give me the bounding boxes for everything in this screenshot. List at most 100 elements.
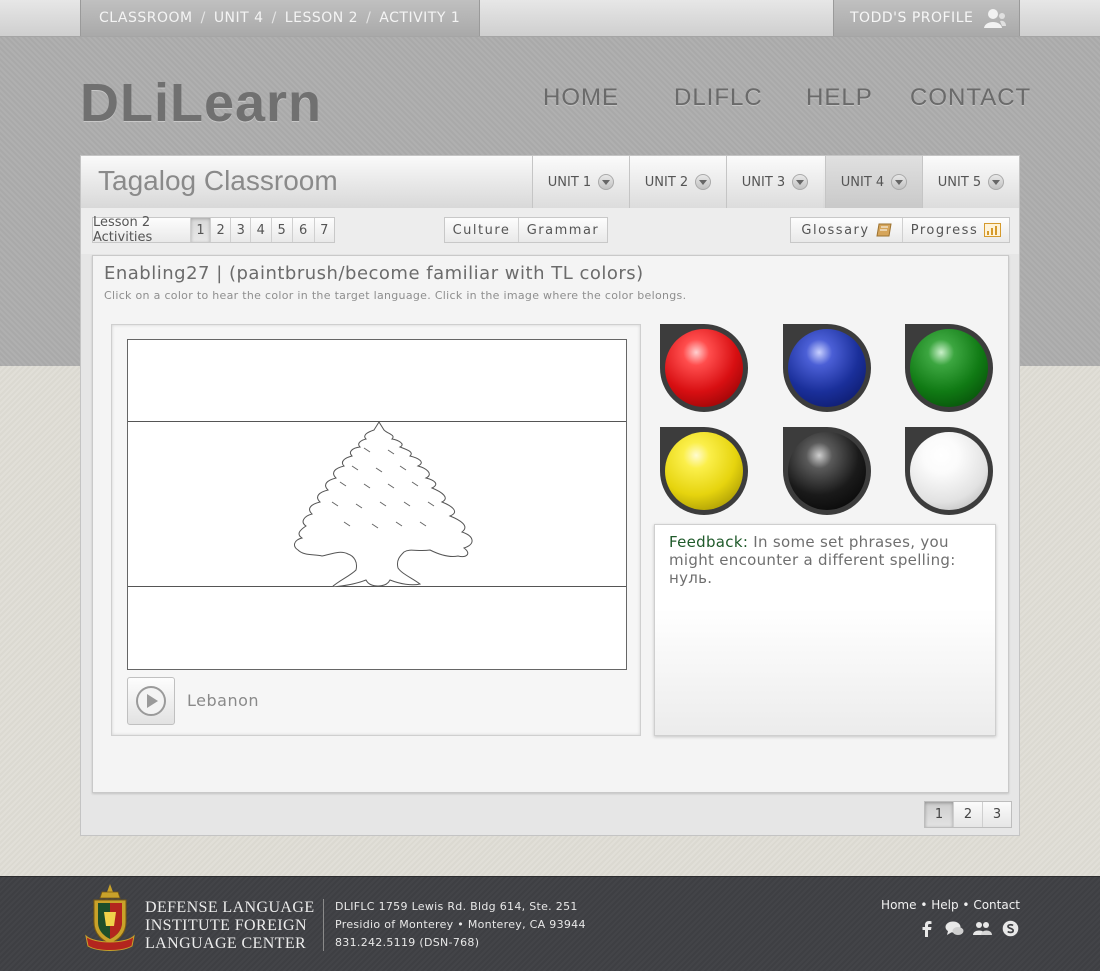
nav-home[interactable]: HOME: [543, 84, 619, 112]
progress-label: Progress: [910, 222, 979, 238]
breadcrumb-separator: /: [271, 10, 277, 26]
progress-button[interactable]: Progress: [902, 218, 1009, 242]
breadcrumb-separator: /: [366, 10, 372, 26]
unit-tab-label: UNIT 5: [937, 174, 982, 190]
organization-name: DEFENSE LANGUAGE INSTITUTE FOREIGN LANGU…: [145, 899, 315, 953]
profile-link[interactable]: TODD'S PROFILE: [833, 0, 1020, 36]
chat-icon[interactable]: [945, 919, 964, 938]
skype-icon[interactable]: [1001, 919, 1020, 938]
glossary-label: Glossary: [801, 222, 870, 238]
activity-3[interactable]: 3: [230, 218, 250, 242]
color-red-button[interactable]: [660, 324, 748, 412]
activity-toolbar: Lesson 2 Activities 1 2 3 4 5 6 7 Cultur…: [81, 208, 1019, 254]
breadcrumb-unit[interactable]: UNIT 4: [214, 10, 264, 26]
flag-canvas[interactable]: [127, 339, 627, 670]
flag-top-stripe[interactable]: [128, 340, 626, 422]
blue-orb: [788, 329, 866, 407]
dliflc-crest-logo: [85, 884, 135, 951]
tab-unit-3[interactable]: UNIT 3: [726, 156, 823, 208]
tab-unit-1[interactable]: UNIT 1: [532, 156, 629, 208]
activity-7[interactable]: 7: [313, 218, 334, 242]
breadcrumb-classroom[interactable]: CLASSROOM: [99, 10, 193, 26]
page-1[interactable]: 1: [925, 802, 953, 827]
activities-label: Lesson 2 Activities: [93, 215, 153, 245]
flag-bottom-stripe[interactable]: [128, 587, 626, 669]
color-yellow-button[interactable]: [660, 427, 748, 515]
activity-selector: Lesson 2 Activities 1 2 3 4 5 6 7: [92, 215, 335, 245]
page-3[interactable]: 3: [982, 802, 1011, 827]
classroom-title: Tagalog Classroom: [98, 165, 338, 196]
activity-1[interactable]: 1: [190, 218, 210, 242]
tab-unit-5[interactable]: UNIT 5: [922, 156, 1019, 208]
footer-link-help[interactable]: Help: [931, 898, 958, 912]
tab-unit-2[interactable]: UNIT 2: [629, 156, 726, 208]
activity-6[interactable]: 6: [291, 218, 314, 242]
chevron-down-icon: [792, 174, 809, 190]
feedback-box: Feedback: In some set phrases, you might…: [654, 524, 996, 736]
user-icon: [984, 9, 1006, 28]
breadcrumb-separator: /: [200, 10, 206, 26]
pagination: 1 2 3: [924, 801, 1012, 828]
white-orb: [910, 432, 988, 510]
nav-contact[interactable]: CONTACT: [910, 84, 1031, 112]
footer-link-separator: •: [920, 898, 928, 912]
unit-tab-label: UNIT 2: [644, 174, 689, 190]
classroom-header: Tagalog Classroom UNIT 1 UNIT 2 UNIT 3 U…: [81, 156, 1019, 209]
footer-links: Home • Help • Contact: [881, 898, 1020, 912]
flag-middle-stripe[interactable]: [128, 422, 626, 587]
culture-button[interactable]: Culture: [445, 218, 518, 242]
chevron-down-icon: [598, 174, 615, 190]
black-orb: [788, 432, 866, 510]
yellow-orb: [665, 432, 743, 510]
classroom-panel: Tagalog Classroom UNIT 1 UNIT 2 UNIT 3 U…: [80, 155, 1020, 836]
group-icon[interactable]: [973, 919, 992, 938]
flag-frame: Lebanon: [111, 324, 641, 736]
org-line: DEFENSE LANGUAGE: [145, 899, 315, 916]
activity-5[interactable]: 5: [270, 218, 292, 242]
unit-tab-label: UNIT 4: [840, 174, 885, 190]
activity-title: Enabling27 | (paintbrush/become familiar…: [104, 263, 644, 284]
dlilearn-logo[interactable]: DLiLearn: [80, 72, 322, 134]
activity-card: Enabling27 | (paintbrush/become familiar…: [92, 255, 1009, 793]
tool-buttons: Glossary Progress: [790, 217, 1010, 243]
org-line: LANGUAGE CENTER: [145, 935, 307, 952]
breadcrumb-activity[interactable]: ACTIVITY 1: [379, 10, 460, 26]
footer-link-home[interactable]: Home: [881, 898, 916, 912]
address-line: Presidio of Monterey • Monterey, CA 9394…: [335, 918, 586, 931]
facebook-icon[interactable]: [917, 919, 936, 938]
unit-tab-label: UNIT 1: [547, 174, 592, 190]
tab-unit-4[interactable]: UNIT 4: [825, 156, 922, 208]
play-audio-button[interactable]: [127, 677, 175, 725]
footer-link-separator: •: [962, 898, 970, 912]
resource-buttons: Culture Grammar: [444, 217, 608, 243]
chevron-down-icon: [891, 174, 908, 190]
footer-divider: [323, 899, 324, 951]
bar-chart-icon: [984, 223, 1002, 237]
cedar-tree-icon[interactable]: [292, 422, 476, 587]
activity-4[interactable]: 4: [250, 218, 270, 242]
color-white-button[interactable]: [905, 427, 993, 515]
nav-help[interactable]: HELP: [806, 84, 873, 112]
org-line: INSTITUTE FOREIGN: [145, 917, 307, 934]
breadcrumb: CLASSROOM / UNIT 4 / LESSON 2 / ACTIVITY…: [80, 0, 480, 36]
color-blue-button[interactable]: [783, 324, 871, 412]
grammar-button[interactable]: Grammar: [518, 218, 607, 242]
footer-link-contact[interactable]: Contact: [973, 898, 1020, 912]
book-icon: [876, 223, 892, 237]
breadcrumb-lesson[interactable]: LESSON 2: [285, 10, 358, 26]
glossary-button[interactable]: Glossary: [791, 218, 902, 242]
color-green-button[interactable]: [905, 324, 993, 412]
top-bar: CLASSROOM / UNIT 4 / LESSON 2 / ACTIVITY…: [0, 0, 1100, 37]
phone-line: 831.242.5119 (DSN-768): [335, 936, 480, 949]
chevron-down-icon: [988, 174, 1005, 190]
unit-tab-label: UNIT 3: [741, 174, 786, 190]
social-links: [917, 919, 1020, 938]
chevron-down-icon: [695, 174, 712, 190]
green-orb: [910, 329, 988, 407]
activity-2[interactable]: 2: [209, 218, 230, 242]
activity-instructions: Click on a color to hear the color in th…: [104, 289, 687, 302]
color-black-button[interactable]: [783, 427, 871, 515]
page-2[interactable]: 2: [953, 802, 982, 827]
flag-name-label: Lebanon: [187, 691, 260, 710]
nav-dliflc[interactable]: DLIFLC: [674, 84, 763, 112]
